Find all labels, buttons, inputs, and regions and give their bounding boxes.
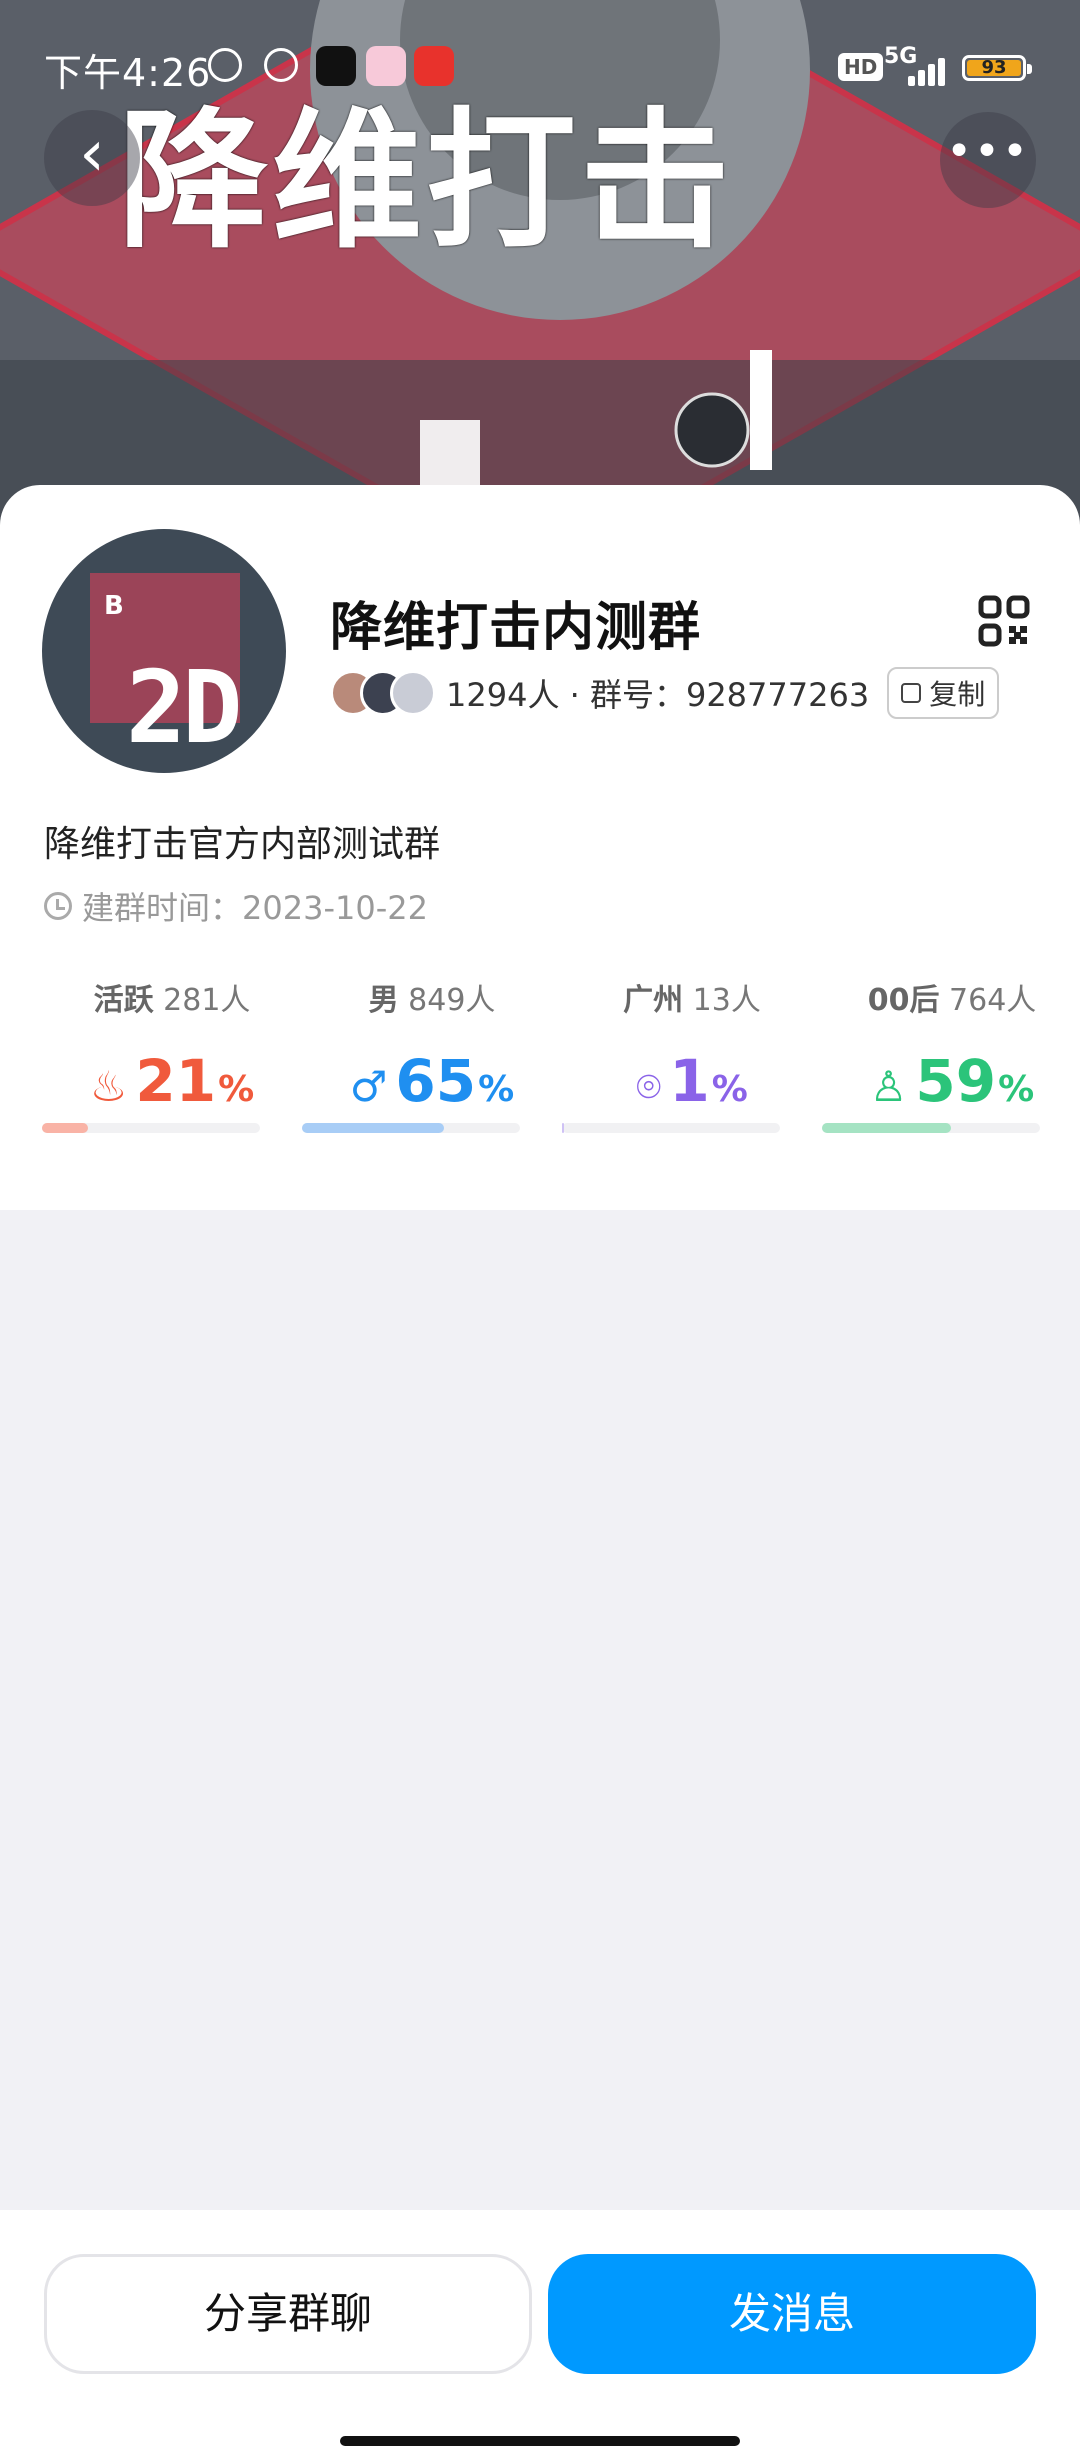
progress-track (302, 1123, 520, 1133)
stat-value-row: ♨ 21 % (42, 1047, 302, 1115)
group-profile-screen: 下午4:26 HD 5G 93 降维打击 ‹ ••• B 2D 降维打击内测群 (0, 0, 1080, 2460)
progress-fill (822, 1123, 951, 1133)
more-button[interactable]: ••• (940, 112, 1036, 208)
home-indicator[interactable] (340, 2436, 740, 2446)
stat-percent-sign: % (218, 1069, 255, 1110)
battery-level: 93 (967, 59, 1021, 77)
stat-label: 活跃 (93, 983, 154, 1018)
stat-percent-sign: % (478, 1069, 515, 1110)
copy-label: 复制 (929, 678, 986, 711)
stat-label: 男 (368, 983, 399, 1018)
stat-label: 00后 (867, 983, 940, 1018)
stat-location[interactable]: 广州 13人 ⌾ 1 % (562, 975, 822, 1175)
group-description: 降维打击官方内部测试群 (44, 824, 441, 865)
stat-count: 13人 (692, 983, 761, 1018)
male-icon: ♂ (349, 1062, 388, 1111)
chevron-left-icon: ‹ (79, 117, 105, 191)
clock-icon (44, 892, 72, 920)
stat-label: 广州 (623, 983, 684, 1018)
stat-count: 281人 (163, 983, 251, 1018)
stat-value: 59 (915, 1047, 997, 1115)
created-date-row: 建群时间：2023-10-22 (44, 883, 428, 929)
copy-button[interactable]: 复制 (887, 667, 1000, 719)
location-pin-icon: ⌾ (636, 1062, 662, 1111)
group-avatar[interactable]: B 2D (42, 529, 286, 773)
stat-male[interactable]: 男 849人 ♂ 65 % (302, 975, 562, 1175)
send-message-button[interactable]: 发消息 (548, 2254, 1036, 2374)
stat-count: 764人 (949, 983, 1037, 1018)
stat-value-row: ⌾ 1 % (562, 1047, 822, 1115)
banner-title: 降维打击 (118, 95, 735, 269)
stat-value: 21 (135, 1047, 217, 1115)
copy-icon (901, 683, 922, 703)
avatar-letter: B (104, 591, 124, 621)
stat-value: 65 (395, 1047, 477, 1115)
progress-fill (562, 1123, 565, 1133)
group-meta: 1294人 · 群号：928777263 (446, 676, 870, 714)
back-button[interactable]: ‹ (44, 110, 140, 206)
person-icon: ♙ (869, 1062, 908, 1111)
progress-fill (42, 1123, 88, 1133)
created-date: 建群时间：2023-10-22 (82, 889, 428, 927)
stat-percent-sign: % (998, 1069, 1035, 1110)
stat-count: 849人 (408, 983, 496, 1018)
member-avatar (390, 670, 436, 716)
share-group-button[interactable]: 分享群聊 (44, 2254, 532, 2374)
flame-icon: ♨ (89, 1062, 128, 1111)
progress-fill (302, 1123, 444, 1133)
progress-track (562, 1123, 780, 1133)
group-name: 降维打击内测群 (330, 598, 702, 658)
more-horizontal-icon: ••• (946, 126, 1030, 177)
stat-active[interactable]: 活跃 281人 ♨ 21 % (42, 975, 302, 1175)
stat-percent-sign: % (711, 1069, 748, 1110)
bottom-action-bar: 分享群聊 发消息 (0, 2210, 1080, 2460)
stat-value-row: ♙ 59 % (822, 1047, 1080, 1115)
group-info-card: B 2D 降维打击内测群 1294人 · 群号：928777263 复制 降维打… (0, 485, 1080, 1210)
stat-value: 1 (669, 1047, 710, 1115)
group-meta-row: 1294人 · 群号：928777263 复制 (330, 665, 1000, 721)
signal-icon (900, 52, 950, 86)
qr-code-icon[interactable] (978, 595, 1030, 647)
battery-icon: 93 (962, 55, 1032, 81)
progress-track (42, 1123, 260, 1133)
avatar-text: 2D (126, 649, 242, 766)
stat-value-row: ♂ 65 % (302, 1047, 562, 1115)
header-banner: 下午4:26 HD 5G 93 降维打击 ‹ ••• (0, 0, 1080, 560)
stat-age[interactable]: 00后 764人 ♙ 59 % (822, 975, 1080, 1175)
hd-icon: HD (838, 53, 884, 81)
progress-track (822, 1123, 1040, 1133)
stats-row: 活跃 281人 ♨ 21 % 男 849人 ♂ 65 % 广州 13人 ⌾ 1 … (0, 975, 1080, 1175)
